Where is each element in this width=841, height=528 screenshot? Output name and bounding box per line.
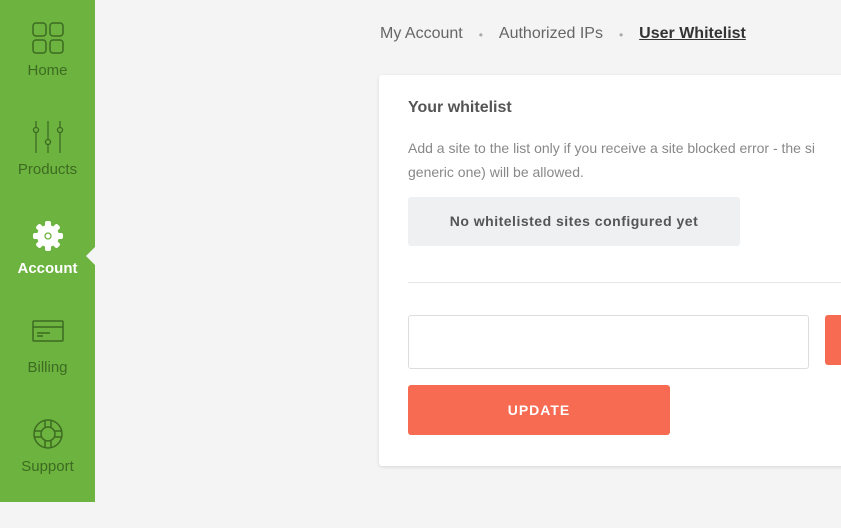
add-site-button[interactable] — [825, 315, 841, 365]
sidebar-item-account[interactable]: Account — [0, 220, 95, 277]
breadcrumb-authorized-ips[interactable]: Authorized IPs — [499, 25, 603, 45]
whitelist-card: Your whitelist Add a site to the list on… — [379, 75, 841, 466]
sidebar-item-label: Products — [17, 161, 78, 178]
grid-icon — [31, 22, 64, 54]
site-input[interactable] — [408, 315, 809, 369]
sidebar: Home Products Account Billing Support — [0, 0, 95, 502]
sidebar-item-label: Home — [27, 62, 68, 79]
empty-state-message: No whitelisted sites configured yet — [408, 197, 740, 246]
sidebar-item-label: Billing — [27, 359, 68, 376]
sidebar-item-label: Support — [21, 458, 74, 475]
breadcrumb: My Account • Authorized IPs • User White… — [380, 25, 746, 45]
divider — [408, 282, 841, 283]
breadcrumb-my-account[interactable]: My Account — [380, 25, 463, 45]
description-line: Add a site to the list only if you recei… — [408, 140, 815, 156]
description-line: generic one) will be allowed. — [408, 164, 584, 180]
credit-card-icon — [31, 320, 64, 342]
breadcrumb-separator: • — [478, 28, 483, 42]
sidebar-item-support[interactable]: Support — [0, 418, 95, 475]
card-title: Your whitelist — [408, 99, 512, 116]
active-indicator — [86, 247, 95, 265]
sidebar-item-label: Account — [17, 260, 78, 277]
sliders-icon — [32, 121, 63, 153]
card-description: Add a site to the list only if you recei… — [408, 136, 815, 184]
sidebar-item-products[interactable]: Products — [0, 121, 95, 178]
gear-icon — [32, 221, 63, 251]
update-button[interactable]: UPDATE — [408, 385, 670, 435]
sidebar-item-home[interactable]: Home — [0, 22, 95, 79]
breadcrumb-separator: • — [618, 28, 624, 42]
lifebuoy-icon — [32, 419, 63, 449]
sidebar-item-billing[interactable]: Billing — [0, 319, 95, 376]
breadcrumb-user-whitelist[interactable]: User Whitelist — [639, 25, 746, 45]
